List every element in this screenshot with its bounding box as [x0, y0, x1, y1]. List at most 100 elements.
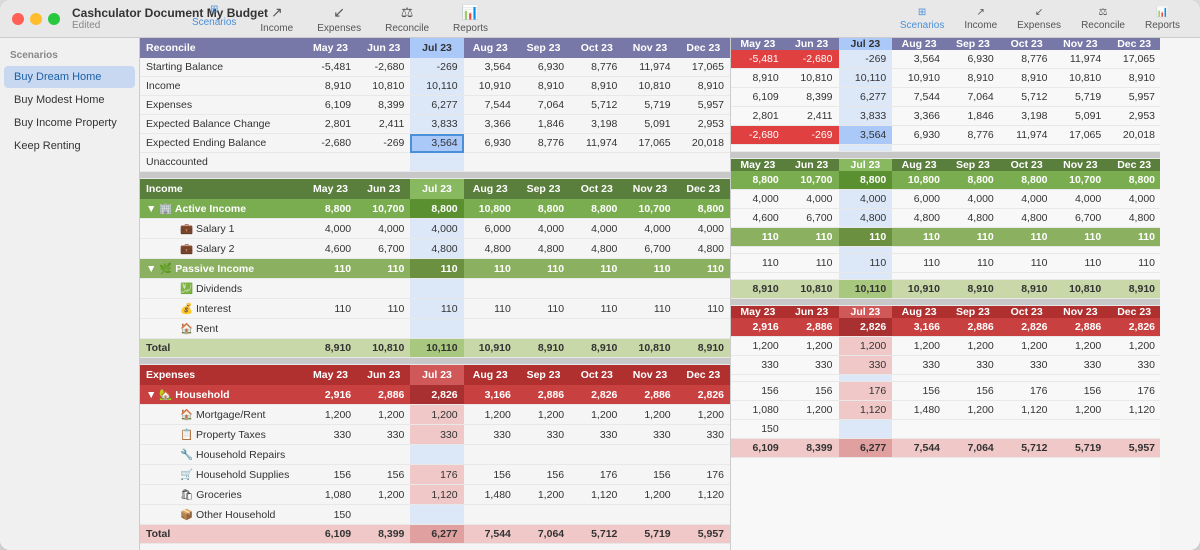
- active-income-row: ▼ 🏢 Active Income 8,800 10,700 8,800 10,…: [140, 199, 730, 219]
- col-aug: Aug 23: [464, 38, 517, 58]
- other-household-row: 📦 Other Household 150: [140, 505, 730, 525]
- window-subtitle: Edited: [72, 20, 268, 31]
- rp-household-repairs: [731, 375, 1160, 382]
- groceries-row: 🛍 Groceries 1,080 1,200 1,120 1,480 1,20…: [140, 485, 730, 505]
- toolbar-reports[interactable]: 📊 Reports: [453, 4, 488, 34]
- rp-dividends: [731, 247, 1160, 254]
- rp-starting-balance: -5,481 -2,680 -269 3,564 6,930 8,776 11,…: [731, 50, 1160, 69]
- zoom-button[interactable]: [48, 13, 60, 25]
- rp-expenses-total: 6,109 8,399 6,277 7,544 7,064 5,712 5,71…: [731, 439, 1160, 458]
- col-oct: Oct 23: [570, 38, 623, 58]
- expected-ending-balance-row: Expected Ending Balance -2,680 -269 3,56…: [140, 134, 730, 153]
- rtoolbar-income[interactable]: ↗ Income: [964, 7, 997, 31]
- rp-unaccounted: [731, 145, 1160, 152]
- household-supplies-row: 🛒 Household Supplies 156 156 176 156 156…: [140, 465, 730, 485]
- rp-income: 8,910 10,810 10,110 10,910 8,910 8,910 1…: [731, 69, 1160, 88]
- unaccounted-row: Unaccounted: [140, 153, 730, 172]
- col-jul: Jul 23: [410, 38, 463, 58]
- reports-icon: 📊: [462, 4, 479, 21]
- left-panel[interactable]: Reconcile May 23 Jun 23 Jul 23 Aug 23 Se…: [140, 38, 730, 550]
- window-title: Cashculator Document My Budget: [72, 6, 268, 20]
- main-window: Cashculator Document My Budget Edited ⊞ …: [0, 0, 1200, 550]
- r-scenarios-icon: ⊞: [918, 7, 926, 18]
- expected-balance-change-row: Expected Balance Change 2,801 2,411 3,83…: [140, 115, 730, 134]
- rp-expenses: 6,109 8,399 6,277 7,544 7,064 5,712 5,71…: [731, 88, 1160, 107]
- rp-rent: [731, 273, 1160, 280]
- toolbar-scenarios[interactable]: ⊞ Scenarios: [192, 4, 236, 34]
- passive-income-row: ▼ 🌿 Passive Income 110 110 110 110 110 1…: [140, 259, 730, 279]
- rp-other-household: 150: [731, 420, 1160, 439]
- rp-reconcile-header: May 23 Jun 23 Jul 23 Aug 23 Sep 23 Oct 2…: [731, 38, 1160, 50]
- traffic-lights: [12, 13, 60, 25]
- col-dec: Dec 23: [677, 38, 730, 58]
- rtoolbar-scenarios[interactable]: ⊞ Scenarios: [900, 7, 944, 31]
- rp-active-income: 8,800 10,700 8,800 10,800 8,800 8,800 10…: [731, 171, 1160, 190]
- rp-mortgage: 1,200 1,200 1,200 1,200 1,200 1,200 1,20…: [731, 337, 1160, 356]
- rp-ebc: 2,801 2,411 3,833 3,366 1,846 3,198 5,09…: [731, 107, 1160, 126]
- rtoolbar-reconcile[interactable]: ⚖ Reconcile: [1081, 7, 1125, 31]
- rp-expenses-header: May 23 Jun 23 Jul 23 Aug 23 Sep 23 Oct 2…: [731, 306, 1160, 319]
- r-income-icon: ↗: [977, 7, 985, 18]
- sidebar-item-buy-dream-home[interactable]: Buy Dream Home: [4, 66, 135, 88]
- expand-icon: ▼: [146, 203, 159, 215]
- income-icon: ↗: [271, 4, 283, 21]
- right-panel[interactable]: May 23 Jun 23 Jul 23 Aug 23 Sep 23 Oct 2…: [730, 38, 1160, 550]
- rp-salary2: 4,600 6,700 4,800 4,800 4,800 4,800 6,70…: [731, 209, 1160, 228]
- right-table: May 23 Jun 23 Jul 23 Aug 23 Sep 23 Oct 2…: [731, 38, 1160, 458]
- close-button[interactable]: [12, 13, 24, 25]
- r-reconcile-icon: ⚖: [1099, 7, 1108, 18]
- sidebar-item-keep-renting[interactable]: Keep Renting: [4, 135, 135, 157]
- reconcile-icon: ⚖: [401, 4, 414, 21]
- mortgage-row: 🏠 Mortgage/Rent 1,200 1,200 1,200 1,200 …: [140, 405, 730, 425]
- salary2-row: 💼 Salary 2 4,600 6,700 4,800 4,800 4,800…: [140, 239, 730, 259]
- toolbar-income[interactable]: ↗ Income: [260, 4, 293, 34]
- col-sep: Sep 23: [517, 38, 570, 58]
- r-expenses-icon: ↙: [1035, 7, 1043, 18]
- expenses-section-header: Expenses May 23 Jun 23 Jul 23 Aug 23 Sep…: [140, 365, 730, 386]
- starting-balance-row: Starting Balance -5,481 -2,680 -269 3,56…: [140, 58, 730, 77]
- rp-income-total: 8,910 10,810 10,110 10,910 8,910 8,910 1…: [731, 280, 1160, 299]
- rp-groceries: 1,080 1,200 1,120 1,480 1,200 1,120 1,20…: [731, 401, 1160, 420]
- rent-row: 🏠 Rent: [140, 319, 730, 339]
- rp-interest: 110 110 110 110 110 110 110 110: [731, 254, 1160, 273]
- interest-row: 💰 Interest 110 110 110 110 110 110 110 1…: [140, 299, 730, 319]
- reconcile-header-label: Reconcile: [140, 38, 304, 58]
- rp-passive-income: 110 110 110 110 110 110 110 110: [731, 228, 1160, 247]
- col-jun: Jun 23: [357, 38, 410, 58]
- right-toolbar: ⊞ Scenarios ↗ Income ↙ Expenses ⚖ Reconc…: [900, 7, 1180, 31]
- dividends-row: 💹 Dividends: [140, 279, 730, 299]
- expenses-icon: ↙: [333, 4, 345, 21]
- sidebar: Scenarios Buy Dream Home Buy Modest Home…: [0, 38, 140, 550]
- household-repairs-row: 🔧 Household Repairs: [140, 445, 730, 465]
- reconcile-header-row: Reconcile May 23 Jun 23 Jul 23 Aug 23 Se…: [140, 38, 730, 58]
- rp-household: 2,916 2,886 2,826 3,166 2,886 2,826 2,88…: [731, 318, 1160, 337]
- sidebar-item-buy-modest-home[interactable]: Buy Modest Home: [4, 89, 135, 111]
- main-content: Scenarios Buy Dream Home Buy Modest Home…: [0, 38, 1200, 550]
- main-table: Reconcile May 23 Jun 23 Jul 23 Aug 23 Se…: [140, 38, 730, 544]
- sidebar-item-buy-income-property[interactable]: Buy Income Property: [4, 112, 135, 134]
- rp-salary1: 4,000 4,000 4,000 6,000 4,000 4,000 4,00…: [731, 190, 1160, 209]
- rp-property-taxes: 330 330 330 330 330 330 330 330: [731, 356, 1160, 375]
- expenses-reconcile-row: Expenses 6,109 8,399 6,277 7,544 7,064 5…: [140, 96, 730, 115]
- col-nov: Nov 23: [623, 38, 676, 58]
- household-row: ▼ 🏡 Household 2,916 2,886 2,826 3,166 2,…: [140, 385, 730, 405]
- col-may: May 23: [304, 38, 357, 58]
- rp-household-supplies: 156 156 176 156 156 176 156 176: [731, 382, 1160, 401]
- toolbar-expenses[interactable]: ↙ Expenses: [317, 4, 361, 34]
- minimize-button[interactable]: [30, 13, 42, 25]
- salary1-row: 💼 Salary 1 4,000 4,000 4,000 6,000 4,000…: [140, 219, 730, 239]
- titlebar: Cashculator Document My Budget Edited ⊞ …: [0, 0, 1200, 38]
- toolbar-reconcile[interactable]: ⚖ Reconcile: [385, 4, 429, 34]
- income-total-row: Total 8,910 10,810 10,110 10,910 8,910 8…: [140, 339, 730, 358]
- left-toolbar: ⊞ Scenarios ↗ Income ↙ Expenses ⚖ Reconc…: [300, 4, 380, 34]
- income-reconcile-row: Income 8,910 10,810 10,110 10,910 8,910 …: [140, 77, 730, 96]
- expenses-total-row: Total 6,109 8,399 6,277 7,544 7,064 5,71…: [140, 525, 730, 544]
- starting-balance-label: Starting Balance: [140, 58, 304, 77]
- rtoolbar-expenses[interactable]: ↙ Expenses: [1017, 7, 1061, 31]
- r-reports-icon: 📊: [1156, 7, 1168, 18]
- rtoolbar-reports[interactable]: 📊 Reports: [1145, 7, 1180, 31]
- scenarios-icon: ⊞: [210, 4, 218, 15]
- rp-income-header: May 23 Jun 23 Jul 23 Aug 23 Sep 23 Oct 2…: [731, 159, 1160, 172]
- income-section-header: Income May 23 Jun 23 Jul 23 Aug 23 Sep 2…: [140, 179, 730, 200]
- sidebar-label: Scenarios: [0, 46, 139, 65]
